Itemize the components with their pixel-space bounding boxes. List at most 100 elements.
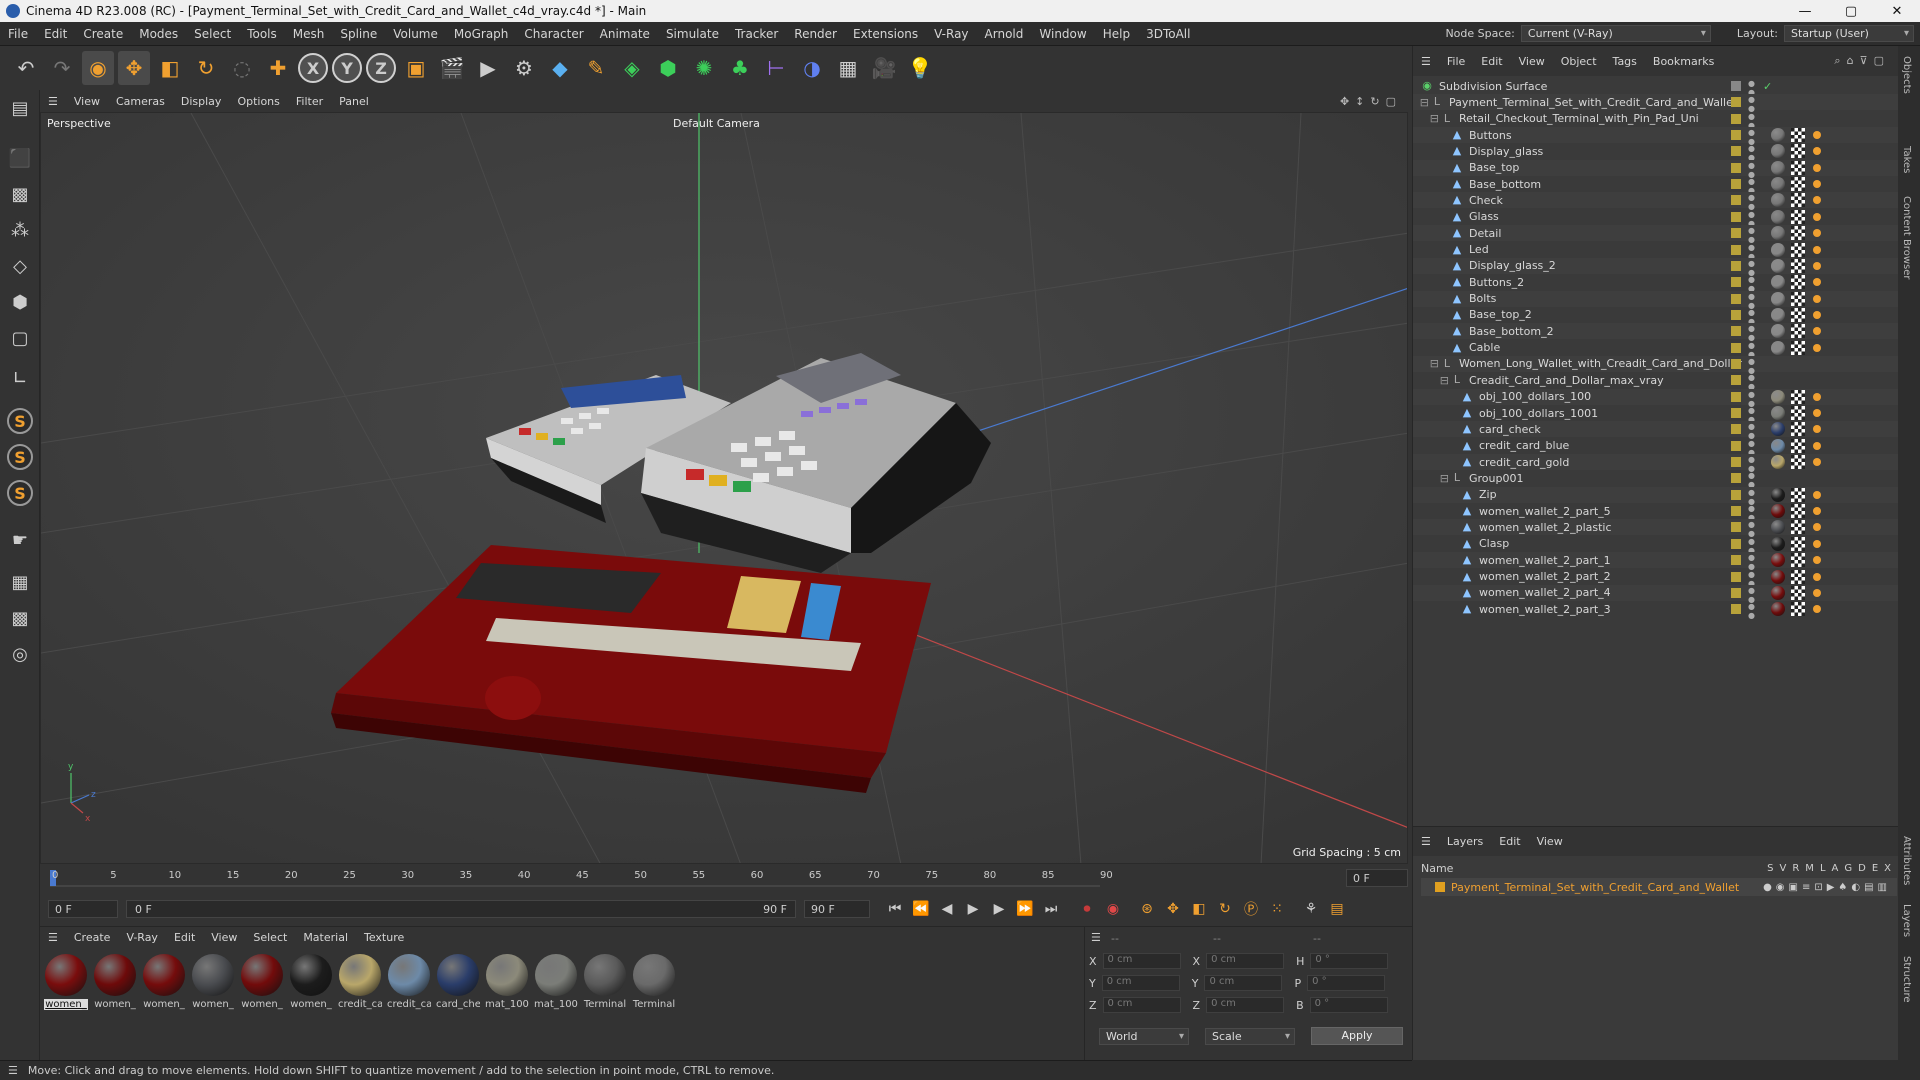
pos-x-field[interactable]: 0 cm [1102,953,1181,969]
camera-icon[interactable]: 🎥 [868,51,900,85]
phong-tag-icon[interactable] [1813,539,1821,548]
layer-toggle[interactable] [1731,211,1741,222]
layer-toggle[interactable] [1731,391,1741,402]
phong-tag-icon[interactable] [1813,196,1821,205]
tab-attributes[interactable]: Attributes [1901,836,1912,885]
object-name[interactable]: obj_100_dollars_100 [1479,390,1591,403]
model-mode-icon[interactable]: ⬛ [4,142,36,174]
material-name[interactable]: mat_100 [485,999,529,1010]
object-menu-icon[interactable]: ☰ [1413,55,1439,68]
layer-color-swatch[interactable] [1435,882,1445,892]
visibility-dots[interactable]: ●● [1747,586,1756,604]
visibility-dots[interactable]: ●● [1747,537,1756,555]
object-row[interactable]: ⊟ L Payment_Terminal_Set_with_Credit_Card_… [1413,94,1898,113]
uv-mode-icon[interactable]: ▢ [4,322,36,354]
visibility-dots[interactable]: ●● [1747,243,1756,261]
uvw-tag-icon[interactable] [1791,455,1805,470]
object-name[interactable]: credit_card_gold [1479,456,1569,469]
material-tag-icon[interactable] [1771,177,1785,192]
menu-create[interactable]: Create [75,27,131,41]
material-tag-icon[interactable] [1771,291,1785,306]
close-button[interactable]: ✕ [1874,4,1920,19]
object-row[interactable]: ▲ Zip ●● [1413,486,1898,506]
material-tag-icon[interactable] [1771,389,1785,404]
obj-menu-object[interactable]: Object [1553,55,1605,68]
cloner-icon[interactable]: ✺ [688,51,720,85]
object-row[interactable]: ▲ Clasp ●● [1413,536,1898,555]
material-tag-icon[interactable] [1771,340,1785,355]
layer-name[interactable]: Payment_Terminal_Set_with_Credit_Card_an… [1451,881,1739,894]
object-name[interactable]: Display_glass_2 [1469,259,1556,272]
layer-toggle[interactable] [1731,195,1741,206]
size-y-field[interactable]: 0 cm [1204,975,1283,991]
uvw-tag-icon[interactable] [1791,144,1805,159]
visibility-dots[interactable]: ●● [1747,226,1756,244]
mat-menu-material[interactable]: Material [295,931,356,944]
menu-animate[interactable]: Animate [592,27,658,41]
undo-icon[interactable]: ↶ [10,51,42,85]
menu-extensions[interactable]: Extensions [845,27,926,41]
phong-tag-icon[interactable] [1813,212,1821,221]
phong-tag-icon[interactable] [1813,409,1821,417]
material-tag-icon[interactable] [1771,324,1785,339]
material-swatch[interactable]: Terminal [632,954,676,1060]
coordinate-system-icon[interactable]: ▣ [400,51,432,85]
size-z-field[interactable]: 0 cm [1206,997,1285,1013]
object-name[interactable]: Creadit_Card_and_Dollar_max_vray [1469,374,1664,387]
object-name[interactable]: obj_100_dollars_1001 [1479,407,1598,420]
layer-menu-view[interactable]: View [1529,835,1571,848]
keyframe-sel-icon[interactable]: ⊛ [1134,896,1160,922]
layer-toggle[interactable] [1731,277,1741,288]
obj-menu-bookmarks[interactable]: Bookmarks [1645,55,1722,68]
visibility-dots[interactable]: ●● [1747,144,1756,162]
object-row[interactable]: ⊟ L Group001 ●● [1413,470,1898,489]
visibility-dots[interactable]: ●● [1747,128,1756,146]
uvw-tag-icon[interactable] [1791,389,1805,404]
object-row[interactable]: ▲ Glass ●● [1413,209,1898,228]
material-preview[interactable] [241,954,283,996]
timeline-icon[interactable]: ▤ [1324,896,1350,922]
object-row[interactable]: ▲ credit_card_blue ●● [1413,438,1898,457]
status-menu-icon[interactable]: ☰ [8,1064,18,1077]
uvw-tag-icon[interactable] [1791,177,1805,192]
viewport-menu-icon[interactable]: ☰ [40,95,66,108]
uvw-tag-icon[interactable] [1791,520,1805,535]
node-space-select[interactable]: Current (V-Ray) [1520,25,1711,42]
object-name[interactable]: Bolts [1469,292,1496,305]
mat-menu-create[interactable]: Create [66,931,119,944]
object-name[interactable]: women_wallet_2_part_2 [1479,570,1611,583]
material-name[interactable]: Terminal [632,999,676,1010]
object-row[interactable]: ▲ Cable ●● [1413,340,1898,359]
uvw-tag-icon[interactable] [1791,193,1805,208]
material-tag-icon[interactable] [1771,307,1785,322]
phong-tag-icon[interactable] [1813,572,1821,581]
visibility-dots[interactable]: ●● [1747,406,1756,424]
visibility-dots[interactable]: ●● [1747,193,1756,211]
layer-toggle[interactable] [1731,342,1741,353]
phong-tag-icon[interactable] [1813,180,1821,189]
object-name[interactable]: Payment_Terminal_Set_with_Credit_Card_an… [1449,96,1737,109]
mat-menu-view[interactable]: View [203,931,245,944]
material-swatch[interactable]: women_ [44,954,88,1060]
uvw-tag-icon[interactable] [1791,422,1805,437]
menu-tools[interactable]: Tools [239,27,285,41]
object-row[interactable]: ▲ credit_card_gold ●● [1413,454,1898,473]
object-name[interactable]: Retail_Checkout_Terminal_with_Pin_Pad_Un… [1459,112,1699,125]
uvw-tag-icon[interactable] [1791,487,1805,502]
phong-tag-icon[interactable] [1813,392,1821,401]
visibility-dots[interactable]: ●● [1747,79,1756,97]
tab-content-browser[interactable]: Content Browser [1901,196,1912,279]
object-row[interactable]: ▲ women_wallet_2_part_5 ●● [1413,503,1898,522]
object-name[interactable]: Base_top [1469,161,1519,174]
object-row[interactable]: ▲ obj_100_dollars_1001 ●● [1413,405,1898,424]
object-name[interactable]: Base_bottom_2 [1469,325,1554,338]
render-settings-icon[interactable]: ⚙ [508,51,540,85]
apply-button[interactable]: Apply [1311,1027,1403,1045]
workplane-icon[interactable]: ∟ [4,362,36,394]
material-preview[interactable] [143,954,185,996]
object-row[interactable]: ▲ Detail ●● [1413,225,1898,244]
menu-3dtoall[interactable]: 3DToAll [1138,27,1198,41]
viewport-menu-display[interactable]: Display [173,95,230,108]
viewport-solo-icon[interactable]: ▤ [4,92,36,124]
object-row[interactable]: ▲ Buttons ●● [1413,127,1898,146]
